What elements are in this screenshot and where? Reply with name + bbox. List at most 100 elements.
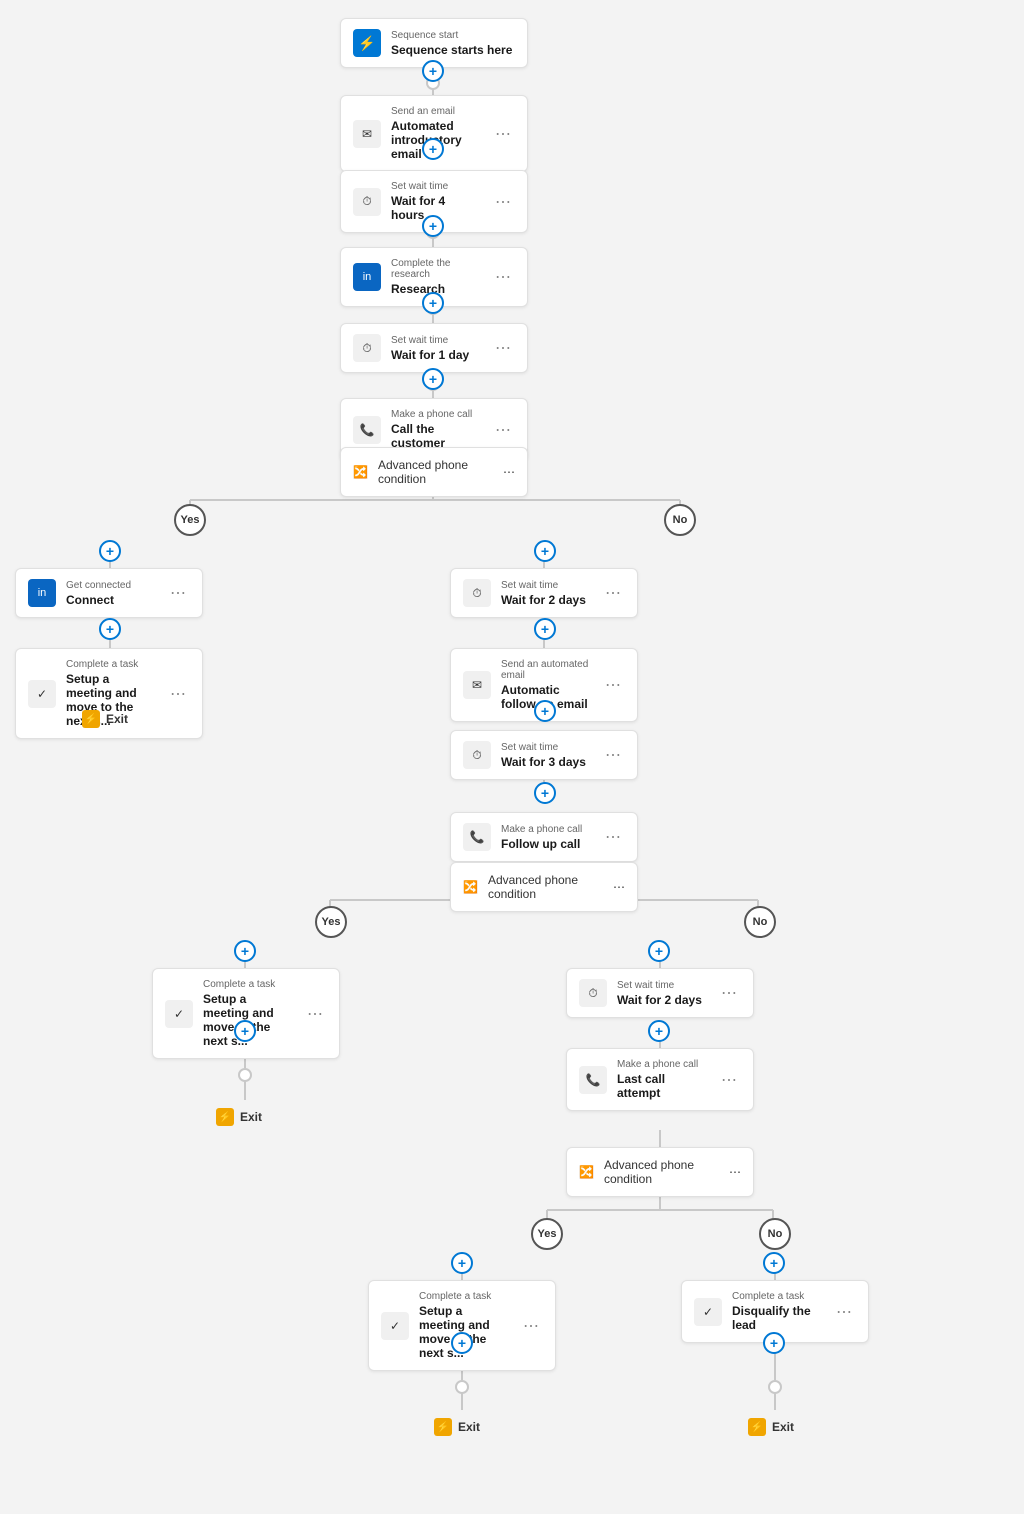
auto-followup-menu[interactable]: ⋯ xyxy=(601,673,625,697)
wait-2d-2-card: ⏱ Set wait time Wait for 2 days ⋯ xyxy=(566,968,754,1018)
condition-icon-1: 🔀 xyxy=(353,465,368,479)
call-customer-label: Make a phone call xyxy=(391,409,481,420)
last-call-label: Make a phone call xyxy=(617,1059,707,1070)
add-no3-2[interactable]: + xyxy=(763,1332,785,1354)
research-menu[interactable]: ⋯ xyxy=(491,265,515,289)
add-step-4[interactable]: + xyxy=(422,292,444,314)
branch-no-1: No xyxy=(664,504,696,536)
auto-email-icon: ✉ xyxy=(463,671,491,699)
followup-call-title: Follow up call xyxy=(501,837,591,851)
condition-1-text: Advanced phone condition xyxy=(378,458,493,486)
condition-3-menu[interactable]: ⋯ xyxy=(729,1165,741,1179)
disqualify-menu[interactable]: ⋯ xyxy=(832,1300,856,1324)
setup-meeting-3-card: ✓ Complete a task Setup a meeting and mo… xyxy=(368,1280,556,1371)
wait-icon-4: ⏱ xyxy=(463,741,491,769)
add-step-3[interactable]: + xyxy=(422,215,444,237)
branch-yes-1: Yes xyxy=(174,504,206,536)
wait-1d-card: ⏱ Set wait time Wait for 1 day ⋯ xyxy=(340,323,528,373)
disqualify-text: Complete a task Disqualify the lead xyxy=(732,1291,822,1332)
add-no2-1[interactable]: + xyxy=(648,940,670,962)
condition-3-text: Advanced phone condition xyxy=(604,1158,719,1186)
followup-call-menu[interactable]: ⋯ xyxy=(601,825,625,849)
wait-2d-1-card: ⏱ Set wait time Wait for 2 days ⋯ xyxy=(450,568,638,618)
add-step-5[interactable]: + xyxy=(422,368,444,390)
setup-meeting-3-menu[interactable]: ⋯ xyxy=(519,1314,543,1338)
add-yes3-2[interactable]: + xyxy=(451,1332,473,1354)
exit-2: ⚡ Exit xyxy=(216,1108,262,1126)
send-email-card: ✉ Send an email Automated introductory e… xyxy=(340,95,528,172)
condition-3-title: Advanced phone condition xyxy=(604,1158,719,1186)
research-text: Complete the research Research xyxy=(391,258,481,296)
setup-meeting-2-menu[interactable]: ⋯ xyxy=(303,1002,327,1026)
wait-1d-text: Set wait time Wait for 1 day xyxy=(391,335,481,362)
last-call-card: 📞 Make a phone call Last call attempt ⋯ xyxy=(566,1048,754,1111)
connect-label: Get connected xyxy=(66,580,156,591)
connect-icon: in xyxy=(28,579,56,607)
branch-no-2: No xyxy=(744,906,776,938)
condition-2-title: Advanced phone condition xyxy=(488,873,603,901)
followup-call-card: 📞 Make a phone call Follow up call ⋯ xyxy=(450,812,638,862)
followup-call-text: Make a phone call Follow up call xyxy=(501,824,591,851)
phone-icon-2: 📞 xyxy=(463,823,491,851)
setup-meeting-2-card: ✓ Complete a task Setup a meeting and mo… xyxy=(152,968,340,1059)
exit-icon-1: ⚡ xyxy=(82,710,100,728)
exit-3: ⚡ Exit xyxy=(434,1418,480,1436)
wait-icon-2: ⏱ xyxy=(353,334,381,362)
send-email-menu[interactable]: ⋯ xyxy=(491,122,515,146)
wait-2d-2-text: Set wait time Wait for 2 days xyxy=(617,980,707,1007)
condition-icon-3: 🔀 xyxy=(579,1165,594,1179)
add-no-4[interactable]: + xyxy=(534,782,556,804)
add-yes2-1[interactable]: + xyxy=(234,940,256,962)
add-step-2[interactable]: + xyxy=(422,138,444,160)
add-no-2[interactable]: + xyxy=(534,618,556,640)
setup-meeting-1-label: Complete a task xyxy=(66,659,156,670)
add-no-1[interactable]: + xyxy=(534,540,556,562)
condition-2-card: 🔀 Advanced phone condition ⋯ xyxy=(450,862,638,912)
followup-call-label: Make a phone call xyxy=(501,824,591,835)
wait-1d-menu[interactable]: ⋯ xyxy=(491,336,515,360)
auto-followup-label: Send an automated email xyxy=(501,659,591,681)
add-yes-2[interactable]: + xyxy=(99,618,121,640)
wait-2d-2-menu[interactable]: ⋯ xyxy=(717,981,741,1005)
add-no3-1[interactable]: + xyxy=(763,1252,785,1274)
connect-text: Get connected Connect xyxy=(66,580,156,607)
wait-4h-menu[interactable]: ⋯ xyxy=(491,190,515,214)
exit-4: ⚡ Exit xyxy=(748,1418,794,1436)
wait-2d-1-title: Wait for 2 days xyxy=(501,593,591,607)
wait-2d-2-label: Set wait time xyxy=(617,980,707,991)
exit-icon-3: ⚡ xyxy=(434,1418,452,1436)
wait-icon-5: ⏱ xyxy=(579,979,607,1007)
condition-2-menu[interactable]: ⋯ xyxy=(613,880,625,894)
task-icon-4: ✓ xyxy=(694,1298,722,1326)
task-icon-3: ✓ xyxy=(381,1312,409,1340)
wait-2d-1-menu[interactable]: ⋯ xyxy=(601,581,625,605)
wait-3d-label: Set wait time xyxy=(501,742,591,753)
wait-2d-1-label: Set wait time xyxy=(501,580,591,591)
connect-card: in Get connected Connect ⋯ xyxy=(15,568,203,618)
add-yes3-1[interactable]: + xyxy=(451,1252,473,1274)
research-label: Complete the research xyxy=(391,258,481,280)
setup-meeting-1-menu[interactable]: ⋯ xyxy=(166,682,190,706)
connect-menu[interactable]: ⋯ xyxy=(166,581,190,605)
add-yes-1[interactable]: + xyxy=(99,540,121,562)
condition-1-menu[interactable]: ⋯ xyxy=(503,465,515,479)
add-no2-2[interactable]: + xyxy=(648,1020,670,1042)
connect-title: Connect xyxy=(66,593,156,607)
call-customer-menu[interactable]: ⋯ xyxy=(491,418,515,442)
condition-2-text: Advanced phone condition xyxy=(488,873,603,901)
condition-1-card: 🔀 Advanced phone condition ⋯ xyxy=(340,447,528,497)
condition-1-title: Advanced phone condition xyxy=(378,458,493,486)
wait-3d-menu[interactable]: ⋯ xyxy=(601,743,625,767)
sequence-start-text: Sequence start Sequence starts here xyxy=(391,30,515,57)
add-yes2-2[interactable]: + xyxy=(234,1020,256,1042)
add-no-3[interactable]: + xyxy=(534,700,556,722)
last-call-menu[interactable]: ⋯ xyxy=(717,1068,741,1092)
wait-3d-card: ⏱ Set wait time Wait for 3 days ⋯ xyxy=(450,730,638,780)
phone-icon-3: 📞 xyxy=(579,1066,607,1094)
add-step-1[interactable]: + xyxy=(422,60,444,82)
condition-icon-2: 🔀 xyxy=(463,880,478,894)
exit-1: ⚡ Exit xyxy=(82,710,128,728)
phone-icon-1: 📞 xyxy=(353,416,381,444)
last-call-text: Make a phone call Last call attempt xyxy=(617,1059,707,1100)
sequence-start-label: Sequence start xyxy=(391,30,515,41)
